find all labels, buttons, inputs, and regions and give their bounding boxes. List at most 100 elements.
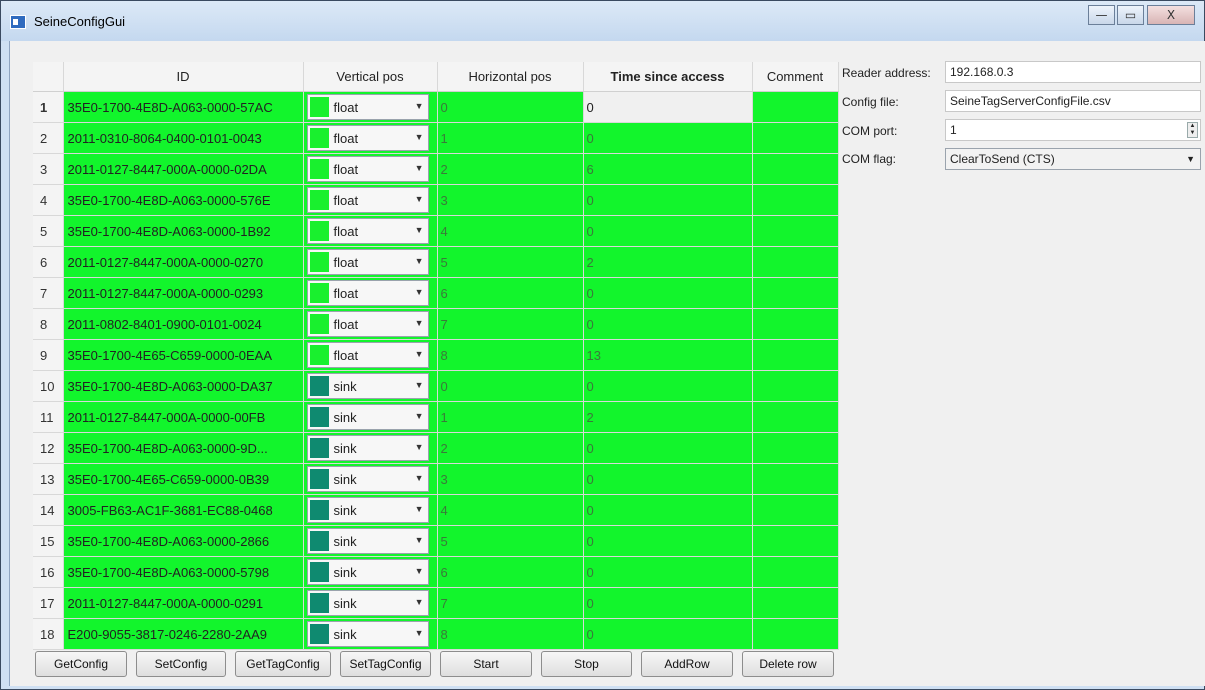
header-time-since-access[interactable]: Time since access bbox=[583, 62, 753, 92]
start-button[interactable]: Start bbox=[440, 651, 532, 677]
vertical-pos-select[interactable]: sink ▼ bbox=[306, 559, 429, 585]
row-number[interactable]: 13 bbox=[33, 463, 64, 495]
vertical-pos-cell[interactable]: sink ▼ bbox=[303, 432, 438, 464]
id-cell[interactable]: 2011-0127-8447-000A-0000-02DA bbox=[63, 153, 304, 185]
delete-row-button[interactable]: Delete row bbox=[742, 651, 834, 677]
comment-cell[interactable] bbox=[752, 91, 839, 123]
horizontal-pos-cell[interactable]: 0 bbox=[437, 91, 584, 123]
vertical-pos-select[interactable]: sink ▼ bbox=[306, 435, 429, 461]
com-flag-select[interactable]: ClearToSend (CTS) ▼ bbox=[945, 148, 1201, 170]
comment-cell[interactable] bbox=[752, 556, 839, 588]
id-cell[interactable]: 2011-0127-8447-000A-0000-0293 bbox=[63, 277, 304, 309]
set-config-button[interactable]: SetConfig bbox=[136, 651, 226, 677]
row-number[interactable]: 8 bbox=[33, 308, 64, 340]
table-row[interactable]: 5 35E0-1700-4E8D-A063-0000-1B92 float ▼ … bbox=[33, 215, 839, 247]
horizontal-pos-cell[interactable]: 5 bbox=[437, 246, 584, 278]
vertical-pos-cell[interactable]: float ▼ bbox=[303, 153, 438, 185]
close-button[interactable]: X bbox=[1147, 5, 1195, 25]
add-row-button[interactable]: AddRow bbox=[641, 651, 733, 677]
comment-cell[interactable] bbox=[752, 463, 839, 495]
time-since-access-cell[interactable]: 0 bbox=[583, 277, 753, 309]
table-row[interactable]: 18 E200-9055-3817-0246-2280-2AA9 sink ▼ … bbox=[33, 618, 839, 650]
time-since-access-cell[interactable]: 6 bbox=[583, 153, 753, 185]
comment-cell[interactable] bbox=[752, 494, 839, 526]
id-cell[interactable]: 3005-FB63-AC1F-3681-EC88-0468 bbox=[63, 494, 304, 526]
id-cell[interactable]: 35E0-1700-4E8D-A063-0000-57AC bbox=[63, 91, 304, 123]
spin-arrows-icon[interactable]: ▲ ▼ bbox=[1187, 122, 1198, 138]
time-since-access-cell[interactable]: 0 bbox=[583, 215, 753, 247]
com-port-spinbox[interactable]: 1 ▲ ▼ bbox=[945, 119, 1201, 141]
vertical-pos-select[interactable]: float ▼ bbox=[306, 342, 429, 368]
horizontal-pos-cell[interactable]: 4 bbox=[437, 215, 584, 247]
vertical-pos-select[interactable]: sink ▼ bbox=[306, 528, 429, 554]
vertical-pos-select[interactable]: float ▼ bbox=[306, 311, 429, 337]
row-number[interactable]: 1 bbox=[33, 91, 64, 123]
row-number[interactable]: 2 bbox=[33, 122, 64, 154]
comment-cell[interactable] bbox=[752, 215, 839, 247]
vertical-pos-cell[interactable]: sink ▼ bbox=[303, 587, 438, 619]
comment-cell[interactable] bbox=[752, 246, 839, 278]
horizontal-pos-cell[interactable]: 7 bbox=[437, 308, 584, 340]
time-since-access-cell[interactable]: 0 bbox=[583, 587, 753, 619]
row-number[interactable]: 17 bbox=[33, 587, 64, 619]
vertical-pos-select[interactable]: float ▼ bbox=[306, 280, 429, 306]
set-tag-config-button[interactable]: SetTagConfig bbox=[340, 651, 431, 677]
row-number[interactable]: 15 bbox=[33, 525, 64, 557]
table-row[interactable]: 16 35E0-1700-4E8D-A063-0000-5798 sink ▼ … bbox=[33, 556, 839, 588]
table-row[interactable]: 11 2011-0127-8447-000A-0000-00FB sink ▼ … bbox=[33, 401, 839, 433]
comment-cell[interactable] bbox=[752, 122, 839, 154]
row-number[interactable]: 6 bbox=[33, 246, 64, 278]
row-number[interactable]: 14 bbox=[33, 494, 64, 526]
time-since-access-cell[interactable]: 2 bbox=[583, 246, 753, 278]
id-cell[interactable]: 35E0-1700-4E65-C659-0000-0EAA bbox=[63, 339, 304, 371]
vertical-pos-cell[interactable]: sink ▼ bbox=[303, 494, 438, 526]
get-config-button[interactable]: GetConfig bbox=[35, 651, 127, 677]
horizontal-pos-cell[interactable]: 7 bbox=[437, 587, 584, 619]
id-cell[interactable]: 2011-0127-8447-000A-0000-00FB bbox=[63, 401, 304, 433]
id-cell[interactable]: 35E0-1700-4E8D-A063-0000-2866 bbox=[63, 525, 304, 557]
time-since-access-cell[interactable]: 0 bbox=[583, 122, 753, 154]
table-row[interactable]: 13 35E0-1700-4E65-C659-0000-0B39 sink ▼ … bbox=[33, 463, 839, 495]
maximize-button[interactable]: ▭ bbox=[1117, 5, 1144, 25]
time-since-access-cell[interactable]: 0 bbox=[583, 525, 753, 557]
row-number[interactable]: 10 bbox=[33, 370, 64, 402]
table-row[interactable]: 1 35E0-1700-4E8D-A063-0000-57AC float ▼ … bbox=[33, 91, 839, 123]
header-vertical-pos[interactable]: Vertical pos bbox=[303, 62, 438, 92]
vertical-pos-cell[interactable]: float ▼ bbox=[303, 246, 438, 278]
id-cell[interactable]: 35E0-1700-4E8D-A063-0000-5798 bbox=[63, 556, 304, 588]
table-row[interactable]: 7 2011-0127-8447-000A-0000-0293 float ▼ … bbox=[33, 277, 839, 309]
id-cell[interactable]: 35E0-1700-4E8D-A063-0000-1B92 bbox=[63, 215, 304, 247]
table-row[interactable]: 2 2011-0310-8064-0400-0101-0043 float ▼ … bbox=[33, 122, 839, 154]
vertical-pos-cell[interactable]: float ▼ bbox=[303, 184, 438, 216]
horizontal-pos-cell[interactable]: 0 bbox=[437, 370, 584, 402]
comment-cell[interactable] bbox=[752, 432, 839, 464]
time-since-access-cell[interactable]: 0 bbox=[583, 463, 753, 495]
get-tag-config-button[interactable]: GetTagConfig bbox=[235, 651, 331, 677]
comment-cell[interactable] bbox=[752, 308, 839, 340]
horizontal-pos-cell[interactable]: 3 bbox=[437, 463, 584, 495]
vertical-pos-select[interactable]: sink ▼ bbox=[306, 497, 429, 523]
row-number[interactable]: 12 bbox=[33, 432, 64, 464]
id-cell[interactable]: 35E0-1700-4E8D-A063-0000-9D... bbox=[63, 432, 304, 464]
vertical-pos-cell[interactable]: float ▼ bbox=[303, 91, 438, 123]
id-cell[interactable]: 2011-0127-8447-000A-0000-0291 bbox=[63, 587, 304, 619]
table-row[interactable]: 8 2011-0802-8401-0900-0101-0024 float ▼ … bbox=[33, 308, 839, 340]
vertical-pos-cell[interactable]: float ▼ bbox=[303, 339, 438, 371]
id-cell[interactable]: 2011-0802-8401-0900-0101-0024 bbox=[63, 308, 304, 340]
vertical-pos-select[interactable]: sink ▼ bbox=[306, 404, 429, 430]
horizontal-pos-cell[interactable]: 4 bbox=[437, 494, 584, 526]
horizontal-pos-cell[interactable]: 3 bbox=[437, 184, 584, 216]
comment-cell[interactable] bbox=[752, 525, 839, 557]
vertical-pos-cell[interactable]: sink ▼ bbox=[303, 401, 438, 433]
row-number[interactable]: 4 bbox=[33, 184, 64, 216]
horizontal-pos-cell[interactable]: 6 bbox=[437, 277, 584, 309]
row-number[interactable]: 5 bbox=[33, 215, 64, 247]
vertical-pos-select[interactable]: sink ▼ bbox=[306, 621, 429, 647]
row-number[interactable]: 9 bbox=[33, 339, 64, 371]
vertical-pos-cell[interactable]: float ▼ bbox=[303, 277, 438, 309]
stop-button[interactable]: Stop bbox=[541, 651, 632, 677]
config-file-field[interactable]: SeineTagServerConfigFile.csv bbox=[945, 90, 1201, 112]
vertical-pos-select[interactable]: float ▼ bbox=[306, 187, 429, 213]
vertical-pos-cell[interactable]: sink ▼ bbox=[303, 370, 438, 402]
id-cell[interactable]: 2011-0310-8064-0400-0101-0043 bbox=[63, 122, 304, 154]
